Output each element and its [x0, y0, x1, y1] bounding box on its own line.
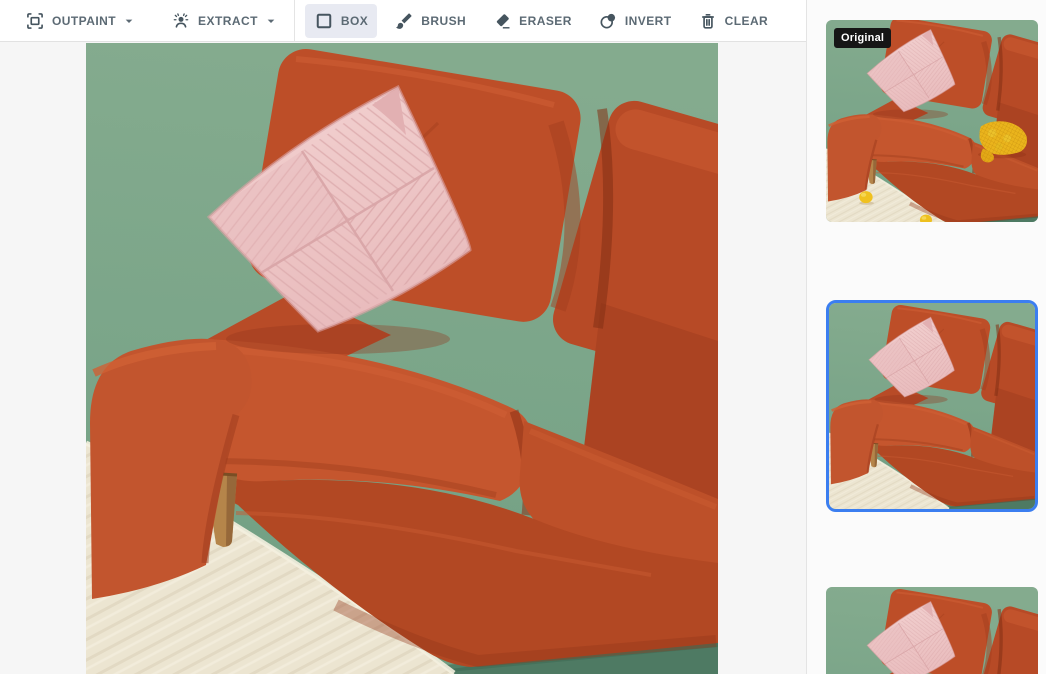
original-sofa-photo	[826, 20, 1038, 222]
invert-icon	[598, 11, 618, 31]
box-icon	[314, 11, 334, 31]
versions-sidebar: Original	[806, 0, 1046, 674]
box-tool-button[interactable]: BOX	[305, 4, 377, 38]
brush-icon	[394, 11, 414, 31]
thumbnail-edited-selected[interactable]	[826, 300, 1038, 512]
edited-sofa-photo	[826, 587, 1038, 674]
original-badge: Original	[834, 28, 891, 48]
clear-icon	[698, 11, 718, 31]
brush-tool-button[interactable]: BRUSH	[385, 4, 475, 38]
thumbnail-variant[interactable]	[826, 587, 1038, 674]
edited-sofa-photo	[86, 43, 718, 674]
clear-tool-button[interactable]: CLEAR	[689, 4, 778, 38]
outpaint-icon	[25, 11, 45, 31]
chevron-down-icon	[263, 13, 279, 29]
chevron-down-icon	[121, 13, 137, 29]
eraser-tool-button[interactable]: ERASER	[483, 4, 581, 38]
extract-button[interactable]: EXTRACT	[162, 4, 288, 38]
brush-label: BRUSH	[421, 14, 466, 28]
invert-label: INVERT	[625, 14, 672, 28]
editor-main-column: OUTPAINT EXTRACT	[0, 0, 806, 674]
toolbar-divider	[294, 0, 295, 42]
extract-icon	[171, 11, 191, 31]
invert-tool-button[interactable]: INVERT	[589, 4, 681, 38]
editor-toolbar: OUTPAINT EXTRACT	[0, 0, 806, 42]
thumbnail-original[interactable]: Original	[826, 20, 1038, 222]
box-label: BOX	[341, 14, 368, 28]
eraser-label: ERASER	[519, 14, 572, 28]
outpaint-label: OUTPAINT	[52, 14, 116, 28]
extract-label: EXTRACT	[198, 14, 258, 28]
canvas-background	[0, 43, 806, 674]
clear-label: CLEAR	[725, 14, 769, 28]
canvas-image[interactable]	[86, 43, 718, 674]
outpaint-button[interactable]: OUTPAINT	[16, 4, 146, 38]
eraser-icon	[492, 11, 512, 31]
edited-sofa-photo	[829, 303, 1035, 509]
image-editor-app: OUTPAINT EXTRACT	[0, 0, 1046, 674]
